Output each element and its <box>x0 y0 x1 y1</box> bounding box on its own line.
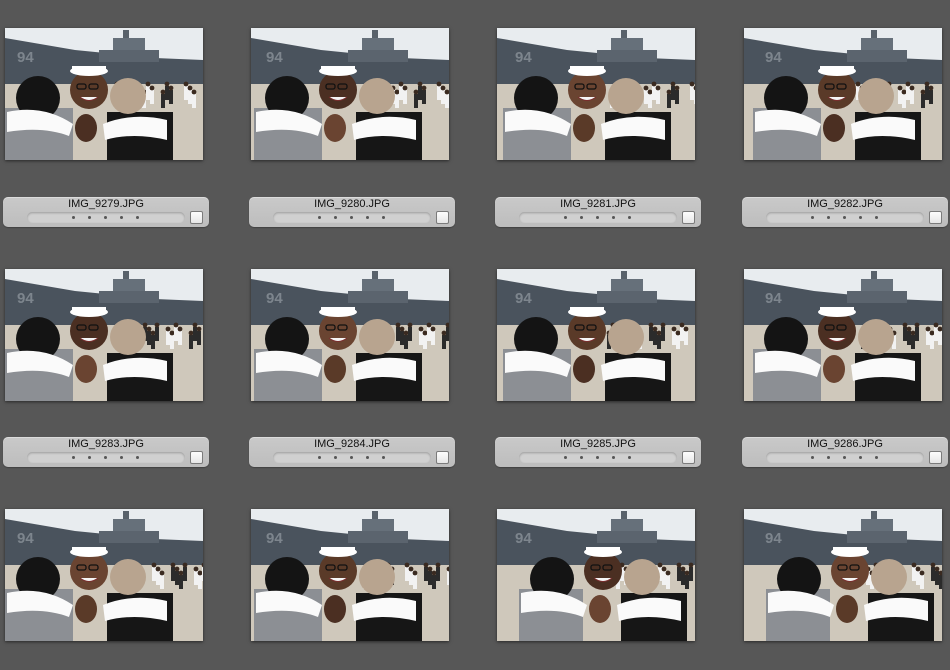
rating-dot[interactable] <box>88 216 91 219</box>
photo-metadata-bar: IMG_9282.JPG <box>742 197 948 227</box>
photo-thumbnail[interactable]: 94 <box>744 269 942 401</box>
photo-thumbnail[interactable]: 94 <box>5 28 203 160</box>
rating-stars[interactable] <box>273 212 431 223</box>
rating-dot[interactable] <box>859 456 862 459</box>
rating-dot[interactable] <box>72 216 75 219</box>
rating-dot[interactable] <box>318 216 321 219</box>
svg-text:94: 94 <box>17 290 34 307</box>
rating-dot[interactable] <box>350 216 353 219</box>
svg-text:94: 94 <box>515 49 532 66</box>
rating-dot[interactable] <box>612 216 615 219</box>
photo-thumbnail[interactable]: 94 <box>5 269 203 401</box>
rating-dot[interactable] <box>612 456 615 459</box>
rating-dot[interactable] <box>382 216 385 219</box>
rating-dot[interactable] <box>72 456 75 459</box>
photo-thumbnail[interactable]: 94 <box>251 509 449 641</box>
photo-thumbnail[interactable]: 94 <box>5 509 203 641</box>
rating-dot[interactable] <box>564 456 567 459</box>
rating-dot[interactable] <box>564 216 567 219</box>
rating-stars[interactable] <box>27 212 185 223</box>
rating-dot[interactable] <box>366 216 369 219</box>
photo-thumbnail[interactable]: 94 <box>497 28 695 160</box>
select-checkbox[interactable] <box>436 451 449 464</box>
svg-text:94: 94 <box>515 530 532 547</box>
rating-dot[interactable] <box>628 456 631 459</box>
photo-filename: IMG_9284.JPG <box>314 438 390 450</box>
rating-stars[interactable] <box>27 452 185 463</box>
svg-text:94: 94 <box>17 49 34 66</box>
rating-dot[interactable] <box>875 456 878 459</box>
rating-dot[interactable] <box>580 216 583 219</box>
svg-text:94: 94 <box>765 49 782 66</box>
rating-dot[interactable] <box>366 456 369 459</box>
svg-text:94: 94 <box>266 530 283 547</box>
rating-dot[interactable] <box>104 456 107 459</box>
rating-dot[interactable] <box>596 216 599 219</box>
photo-filename: IMG_9279.JPG <box>68 198 144 210</box>
photo-filename: IMG_9281.JPG <box>560 198 636 210</box>
svg-text:94: 94 <box>765 530 782 547</box>
svg-text:94: 94 <box>515 290 532 307</box>
rating-dot[interactable] <box>334 456 337 459</box>
rating-dot[interactable] <box>382 456 385 459</box>
photo-filename: IMG_9286.JPG <box>807 438 883 450</box>
select-checkbox[interactable] <box>682 451 695 464</box>
photo-metadata-bar: IMG_9281.JPG <box>495 197 701 227</box>
select-checkbox[interactable] <box>929 451 942 464</box>
photo-metadata-bar: IMG_9283.JPG <box>3 437 209 467</box>
photo-metadata-bar: IMG_9280.JPG <box>249 197 455 227</box>
thumbnail-grid: 94 IMG_9279.JPG 94 IMG_9280.JPG 94 IMG_9… <box>0 0 950 670</box>
svg-text:94: 94 <box>17 530 34 547</box>
select-checkbox[interactable] <box>436 211 449 224</box>
select-checkbox[interactable] <box>190 211 203 224</box>
rating-dot[interactable] <box>334 216 337 219</box>
rating-dot[interactable] <box>811 456 814 459</box>
photo-filename: IMG_9285.JPG <box>560 438 636 450</box>
svg-text:94: 94 <box>765 290 782 307</box>
rating-dot[interactable] <box>827 456 830 459</box>
photo-thumbnail[interactable]: 94 <box>497 509 695 641</box>
rating-stars[interactable] <box>766 212 924 223</box>
photo-filename: IMG_9282.JPG <box>807 198 883 210</box>
rating-dot[interactable] <box>628 216 631 219</box>
rating-dot[interactable] <box>88 456 91 459</box>
photo-thumbnail[interactable]: 94 <box>251 269 449 401</box>
rating-dot[interactable] <box>843 216 846 219</box>
rating-dot[interactable] <box>350 456 353 459</box>
photo-thumbnail[interactable]: 94 <box>497 269 695 401</box>
rating-dot[interactable] <box>859 216 862 219</box>
rating-dot[interactable] <box>596 456 599 459</box>
photo-metadata-bar: IMG_9284.JPG <box>249 437 455 467</box>
photo-thumbnail[interactable]: 94 <box>744 509 942 641</box>
rating-stars[interactable] <box>519 212 677 223</box>
select-checkbox[interactable] <box>682 211 695 224</box>
photo-thumbnail[interactable]: 94 <box>744 28 942 160</box>
rating-dot[interactable] <box>318 456 321 459</box>
svg-text:94: 94 <box>266 49 283 66</box>
photo-metadata-bar: IMG_9286.JPG <box>742 437 948 467</box>
photo-metadata-bar: IMG_9279.JPG <box>3 197 209 227</box>
rating-dot[interactable] <box>843 456 846 459</box>
rating-dot[interactable] <box>136 456 139 459</box>
rating-stars[interactable] <box>519 452 677 463</box>
rating-dot[interactable] <box>120 456 123 459</box>
rating-stars[interactable] <box>273 452 431 463</box>
photo-filename: IMG_9283.JPG <box>68 438 144 450</box>
rating-dot[interactable] <box>120 216 123 219</box>
rating-dot[interactable] <box>104 216 107 219</box>
rating-stars[interactable] <box>766 452 924 463</box>
svg-text:94: 94 <box>266 290 283 307</box>
select-checkbox[interactable] <box>190 451 203 464</box>
rating-dot[interactable] <box>811 216 814 219</box>
rating-dot[interactable] <box>580 456 583 459</box>
photo-metadata-bar: IMG_9285.JPG <box>495 437 701 467</box>
rating-dot[interactable] <box>827 216 830 219</box>
photo-thumbnail[interactable]: 94 <box>251 28 449 160</box>
rating-dot[interactable] <box>136 216 139 219</box>
select-checkbox[interactable] <box>929 211 942 224</box>
photo-filename: IMG_9280.JPG <box>314 198 390 210</box>
rating-dot[interactable] <box>875 216 878 219</box>
